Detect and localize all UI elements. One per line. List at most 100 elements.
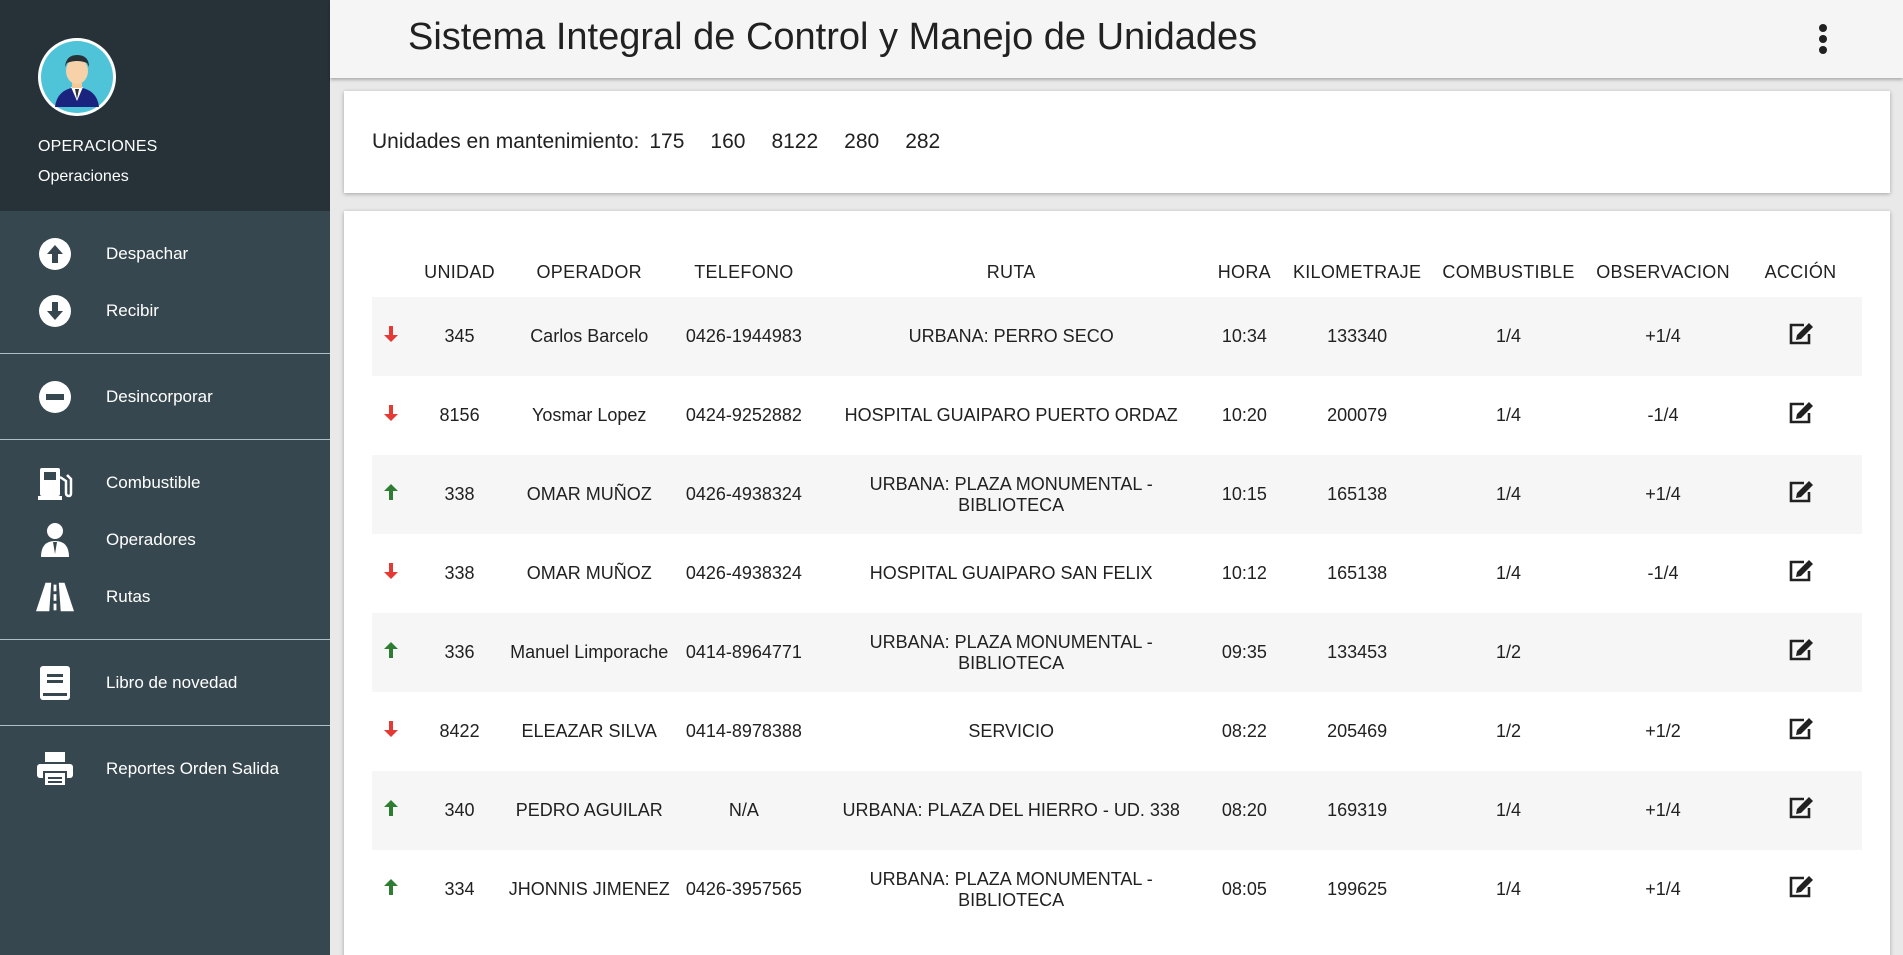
maintenance-unit: 160 bbox=[710, 130, 746, 153]
maintenance-unit: 282 bbox=[905, 130, 941, 153]
nav-group-desincorporar: Desincorporar bbox=[0, 354, 330, 440]
cell-observacion: +1/4 bbox=[1645, 879, 1681, 899]
more-vert-icon[interactable] bbox=[1813, 20, 1833, 58]
direction-cell bbox=[372, 771, 411, 850]
direction-cell bbox=[372, 850, 411, 929]
sidebar-item-desincorporar[interactable]: Desincorporar bbox=[0, 368, 330, 425]
table-row: 8156 Yosmar Lopez 0424-9252882 HOSPITAL GUA… bbox=[372, 376, 1862, 455]
cell-operador: Manuel Limporache bbox=[510, 642, 669, 662]
units-table: UNIDAD OPERADOR TELEFONO RUTA HORA KILOM… bbox=[372, 247, 1862, 929]
page-title: Sistema Integral de Control y Manejo de … bbox=[408, 16, 1258, 58]
col-hora: HORA bbox=[1217, 261, 1271, 282]
cell-observacion: +1/4 bbox=[1645, 800, 1681, 820]
cell-ruta: SERVICIO bbox=[968, 721, 1055, 741]
sidebar-item-label: Despachar bbox=[106, 243, 189, 263]
cell-ruta: URBANA: PERRO SECO bbox=[908, 326, 1114, 346]
cell-unidad: 345 bbox=[444, 326, 475, 346]
table-row: 336 Manuel Limporache 0414-8964771 URBANA: … bbox=[372, 613, 1862, 692]
cell-unidad: 338 bbox=[444, 563, 475, 583]
cell-operador: JHONNIS JIMENEZ bbox=[508, 879, 670, 899]
sidebar-item-label: Recibir bbox=[106, 300, 159, 320]
arrow-down-icon bbox=[384, 563, 399, 579]
cell-telefono: N/A bbox=[728, 800, 759, 820]
cell-combustible: 1/4 bbox=[1496, 405, 1522, 425]
arrow-down-icon bbox=[384, 721, 399, 737]
minus-circle-icon bbox=[36, 378, 74, 416]
col-operador: OPERADOR bbox=[536, 261, 642, 282]
maintenance-unit: 280 bbox=[844, 130, 880, 153]
cell-km: 200079 bbox=[1327, 405, 1388, 425]
col-kilometraje: KILOMETRAJE bbox=[1292, 261, 1422, 282]
sidebar: OPERACIONES Operaciones Despachar Recibi… bbox=[0, 0, 330, 955]
arrow-down-icon bbox=[384, 326, 399, 342]
maintenance-card: Unidades en mantenimiento: 175 160 8122 … bbox=[344, 91, 1890, 193]
sidebar-item-rutas[interactable]: Rutas bbox=[0, 568, 330, 625]
units-table-card: UNIDAD OPERADOR TELEFONO RUTA HORA KILOM… bbox=[344, 211, 1890, 955]
cell-observacion: +1/4 bbox=[1645, 484, 1681, 504]
cell-ruta: HOSPITAL GUAIPARO SAN FELIX bbox=[869, 563, 1153, 583]
cell-combustible: 1/4 bbox=[1496, 879, 1522, 899]
action-cell bbox=[1739, 613, 1862, 692]
arrow-down-circle-icon bbox=[36, 292, 74, 330]
nav-group-resources: Combustible Operadores Rutas bbox=[0, 440, 330, 640]
maintenance-unit: 8122 bbox=[771, 130, 819, 153]
direction-cell bbox=[372, 534, 411, 613]
arrow-up-circle-icon bbox=[36, 235, 74, 273]
edit-icon[interactable] bbox=[1788, 322, 1814, 351]
action-cell bbox=[1739, 297, 1862, 376]
arrow-up-icon bbox=[384, 879, 399, 895]
edit-icon[interactable] bbox=[1788, 638, 1814, 667]
cell-telefono: 0426-4938324 bbox=[685, 563, 802, 583]
edit-icon[interactable] bbox=[1788, 796, 1814, 825]
cell-unidad: 334 bbox=[444, 879, 475, 899]
sidebar-item-label: Libro de novedad bbox=[106, 672, 238, 692]
nav-group-movements: Despachar Recibir bbox=[0, 211, 330, 354]
cell-observacion: +1/4 bbox=[1645, 326, 1681, 346]
maintenance-label: Unidades en mantenimiento: bbox=[372, 130, 640, 153]
sidebar-item-recibir[interactable]: Recibir bbox=[0, 282, 330, 339]
action-cell bbox=[1739, 534, 1862, 613]
edit-icon[interactable] bbox=[1788, 559, 1814, 588]
gas-station-icon bbox=[36, 464, 74, 502]
table-row: 8422 ELEAZAR SILVA 0414-8978388 SERVICIO 08:… bbox=[372, 692, 1862, 771]
book-icon bbox=[36, 664, 74, 702]
cell-hora: 08:20 bbox=[1221, 800, 1267, 820]
sidebar-item-combustible[interactable]: Combustible bbox=[0, 454, 330, 511]
action-cell bbox=[1739, 455, 1862, 534]
arrow-up-icon bbox=[384, 642, 399, 658]
action-cell bbox=[1739, 771, 1862, 850]
sidebar-item-despachar[interactable]: Despachar bbox=[0, 225, 330, 282]
cell-ruta: URBANA: PLAZA MONUMENTAL - BIBLIOTECA bbox=[869, 473, 1153, 515]
action-cell bbox=[1739, 376, 1862, 455]
arrow-down-icon bbox=[384, 405, 399, 421]
cell-ruta: HOSPITAL GUAIPARO PUERTO ORDAZ bbox=[844, 405, 1178, 425]
sidebar-item-reportes-orden-salida[interactable]: Reportes Orden Salida bbox=[0, 740, 330, 797]
cell-telefono: 0426-1944983 bbox=[685, 326, 802, 346]
edit-icon[interactable] bbox=[1788, 717, 1814, 746]
avatar[interactable] bbox=[38, 38, 116, 116]
direction-cell bbox=[372, 692, 411, 771]
edit-icon[interactable] bbox=[1788, 875, 1814, 904]
cell-hora: 10:34 bbox=[1221, 326, 1267, 346]
cell-operador: OMAR MUÑOZ bbox=[526, 563, 652, 583]
sidebar-item-operadores[interactable]: Operadores bbox=[0, 511, 330, 568]
cell-unidad: 8156 bbox=[439, 405, 480, 425]
arrow-up-icon bbox=[384, 800, 399, 816]
cell-operador: Carlos Barcelo bbox=[530, 326, 649, 346]
direction-cell bbox=[372, 297, 411, 376]
cell-observacion: -1/4 bbox=[1647, 405, 1679, 425]
cell-operador: ELEAZAR SILVA bbox=[521, 721, 657, 741]
edit-icon[interactable] bbox=[1788, 401, 1814, 430]
cell-unidad: 336 bbox=[444, 642, 475, 662]
sidebar-item-label: Desincorporar bbox=[106, 386, 213, 406]
col-observacion: OBSERVACION bbox=[1596, 261, 1730, 282]
sidebar-item-label: Rutas bbox=[106, 586, 151, 606]
cell-combustible: 1/2 bbox=[1496, 721, 1522, 741]
arrow-up-icon bbox=[384, 484, 399, 500]
cell-km: 205469 bbox=[1327, 721, 1388, 741]
sidebar-item-libro-de-novedad[interactable]: Libro de novedad bbox=[0, 654, 330, 711]
cell-unidad: 8422 bbox=[439, 721, 480, 741]
cell-unidad: 340 bbox=[444, 800, 475, 820]
edit-icon[interactable] bbox=[1788, 480, 1814, 509]
app-header: Sistema Integral de Control y Manejo de … bbox=[330, 0, 1903, 78]
